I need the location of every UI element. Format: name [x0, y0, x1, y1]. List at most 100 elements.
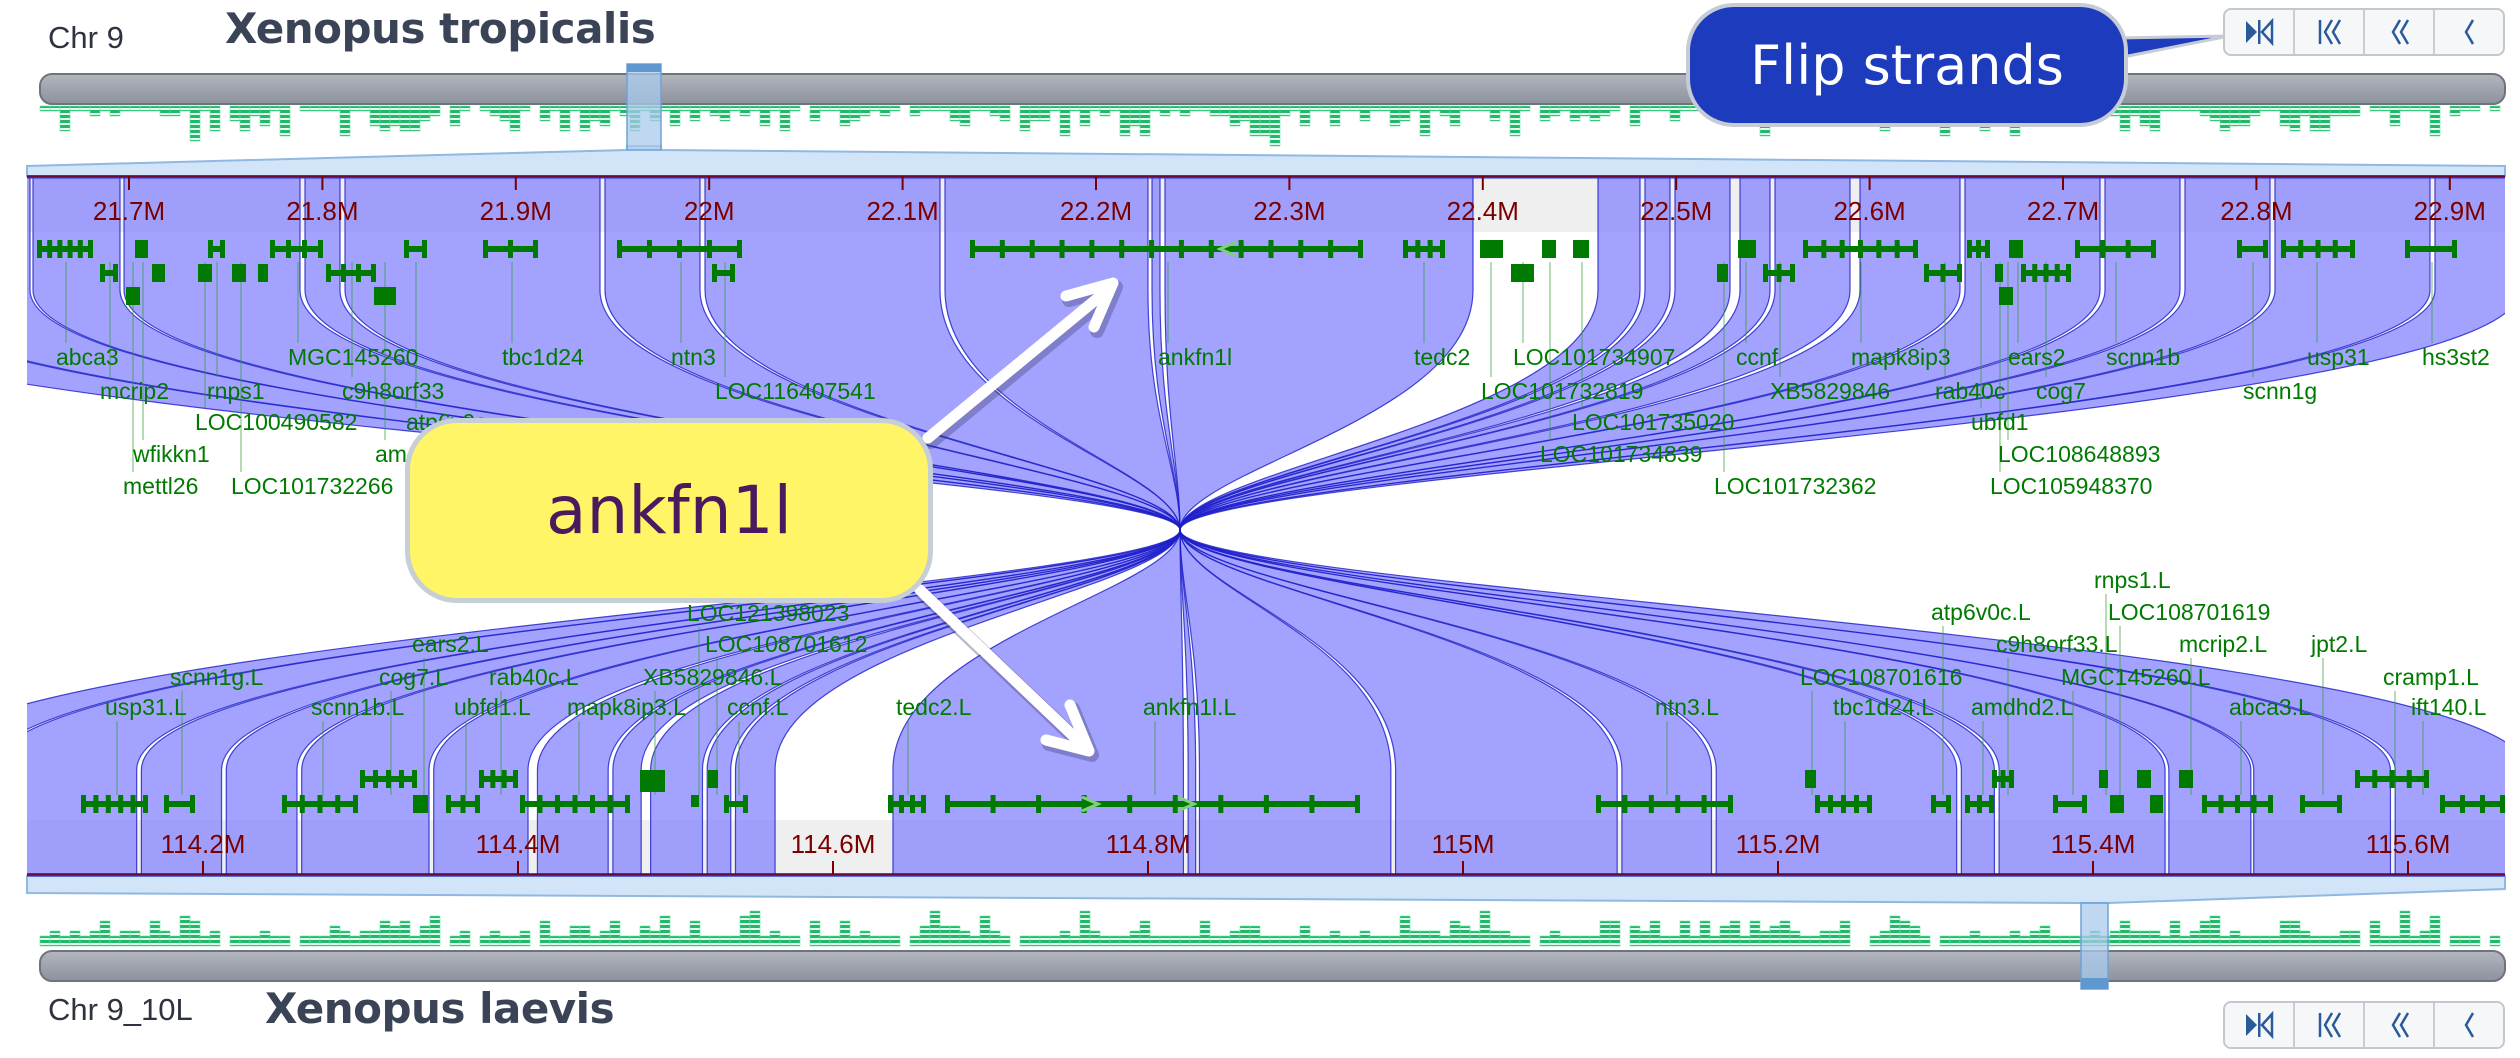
- top-gene-label[interactable]: rab40c: [1935, 378, 2005, 404]
- top-gene-label[interactable]: LOC101735020: [1572, 409, 1734, 435]
- gene-model[interactable]: [374, 287, 396, 305]
- bottom-gene-label[interactable]: tedc2.L: [896, 694, 972, 720]
- top-gene-label[interactable]: usp31: [2307, 344, 2370, 370]
- top-back-button[interactable]: [2435, 10, 2503, 54]
- gene-model[interactable]: [2099, 770, 2108, 788]
- top-gene-label[interactable]: LOC101734907: [1513, 344, 1675, 370]
- bottom-fast-back-button[interactable]: [2365, 1003, 2435, 1047]
- top-gene-label[interactable]: MGC145260: [288, 344, 418, 370]
- top-jump-start-button[interactable]: [2295, 10, 2365, 54]
- bottom-gene-label[interactable]: XB5829846.L: [643, 664, 783, 690]
- top-gene-label[interactable]: hs3st2: [2422, 344, 2490, 370]
- top-gene-label[interactable]: ntn3: [671, 344, 716, 370]
- top-flip-strands-button[interactable]: [2225, 10, 2295, 54]
- bottom-gene-label[interactable]: LOC121398023: [687, 600, 849, 626]
- gene-model[interactable]: [2137, 770, 2151, 788]
- top-chromosome-bar[interactable]: [39, 73, 2506, 105]
- bottom-gene-label[interactable]: mapk8ip3.L: [567, 694, 686, 720]
- top-gene-label[interactable]: LOC116407541: [715, 378, 876, 404]
- bottom-gene-label[interactable]: scnn1g.L: [170, 664, 264, 690]
- gene-model[interactable]: [135, 240, 148, 258]
- bottom-gene-label[interactable]: cramp1.L: [2383, 664, 2479, 690]
- bottom-gene-label[interactable]: LOC108701619: [2108, 599, 2270, 625]
- top-gene-label[interactable]: LOC101734839: [1540, 441, 1702, 467]
- bottom-gene-label[interactable]: mcrip2.L: [2179, 631, 2267, 657]
- top-gene-label[interactable]: scnn1b: [2106, 344, 2180, 370]
- bottom-gene-label[interactable]: amdhd2.L: [1971, 694, 2074, 720]
- gene-model[interactable]: [1999, 287, 2013, 305]
- top-gene-label[interactable]: XB5829846: [1770, 378, 1890, 404]
- bottom-gene-label[interactable]: usp31.L: [105, 694, 187, 720]
- top-gene-label[interactable]: tedc2: [1414, 344, 1470, 370]
- gene-model[interactable]: [708, 770, 718, 788]
- bottom-gene-label[interactable]: abca3.L: [2229, 694, 2311, 720]
- gene-model[interactable]: [1805, 770, 1816, 788]
- bottom-back-button[interactable]: [2435, 1003, 2503, 1047]
- top-viewport-marker[interactable]: [626, 63, 662, 151]
- bottom-gene-label[interactable]: jpt2.L: [2310, 631, 2367, 657]
- gene-model[interactable]: [1717, 264, 1728, 282]
- bottom-gene-label[interactable]: MGC145260.L: [2061, 664, 2211, 690]
- bottom-viewport-marker-cap[interactable]: [2081, 978, 2108, 989]
- top-gene-label[interactable]: cog7: [2036, 378, 2086, 404]
- gene-model[interactable]: [1967, 240, 1990, 258]
- gene-model[interactable]: [232, 264, 246, 282]
- top-gene-label[interactable]: c9h8orf33: [342, 378, 444, 404]
- gene-model[interactable]: [1738, 240, 1756, 258]
- bottom-gene-label[interactable]: cog7.L: [379, 664, 448, 690]
- top-gene-label[interactable]: LOC101732362: [1714, 473, 1876, 499]
- top-gene-label[interactable]: ankfn1l: [1158, 344, 1232, 370]
- top-gene-label[interactable]: LOC101732819: [1481, 378, 1643, 404]
- bottom-gene-label[interactable]: LOC108701616: [1800, 664, 1962, 690]
- top-fast-back-button[interactable]: [2365, 10, 2435, 54]
- gene-model[interactable]: [413, 795, 428, 813]
- top-gene-label[interactable]: ears2: [2008, 344, 2066, 370]
- gene-model[interactable]: [640, 770, 665, 792]
- bottom-gene-label[interactable]: ntn3.L: [1655, 694, 1719, 720]
- top-viewport-marker-cap[interactable]: [627, 64, 661, 72]
- top-gene-label[interactable]: mapk8ip3: [1851, 344, 1951, 370]
- bottom-flip-strands-button[interactable]: [2225, 1003, 2295, 1047]
- top-gene-label[interactable]: LOC101732266: [231, 473, 393, 499]
- gene-model[interactable]: [2150, 795, 2163, 813]
- bottom-gene-label[interactable]: rnps1.L: [2094, 567, 2171, 593]
- top-gene-label[interactable]: wfikkn1: [132, 441, 210, 467]
- synteny-viewer[interactable]: 21.7M 21.8M 21.9M 22M 22.1M 22.2M 22.3M 22.4M 22…: [0, 0, 2520, 1058]
- top-gene-label[interactable]: tbc1d24: [502, 344, 584, 370]
- bottom-gene-label[interactable]: c9h8orf33.L: [1996, 631, 2118, 657]
- gene-model[interactable]: [2110, 795, 2124, 813]
- gene-model[interactable]: [1992, 770, 2014, 788]
- bottom-gene-label[interactable]: ccnf.L: [727, 694, 789, 720]
- top-gene-label[interactable]: LOC108648893: [1998, 441, 2160, 467]
- bottom-gene-label[interactable]: ift140.L: [2411, 694, 2487, 720]
- gene-model[interactable]: [691, 795, 699, 807]
- gene-model[interactable]: [126, 287, 140, 305]
- bottom-gene-label[interactable]: atp6v0c.L: [1931, 599, 2031, 625]
- gene-model[interactable]: [258, 264, 268, 282]
- bottom-viewport-marker[interactable]: [2080, 902, 2109, 990]
- bottom-gene-label[interactable]: tbc1d24.L: [1833, 694, 1934, 720]
- bottom-chromosome-bar[interactable]: [39, 950, 2506, 982]
- top-gene-label[interactable]: scnn1g: [2243, 378, 2317, 404]
- top-gene-label[interactable]: mettl26: [123, 473, 198, 499]
- bottom-gene-label[interactable]: scnn1b.L: [311, 694, 405, 720]
- gene-model[interactable]: [2179, 770, 2193, 788]
- gene-model[interactable]: [1763, 264, 1795, 282]
- gene-model[interactable]: [152, 264, 165, 282]
- gene-model[interactable]: [1995, 264, 2003, 282]
- synteny-panel[interactable]: [0, 176, 2520, 876]
- bottom-jump-start-button[interactable]: [2295, 1003, 2365, 1047]
- bottom-gene-label[interactable]: LOC108701612: [705, 631, 867, 657]
- gene-model[interactable]: [1965, 795, 1994, 813]
- top-gene-label[interactable]: ccnf: [1736, 344, 1779, 370]
- gene-model[interactable]: [1480, 240, 1503, 258]
- gene-model[interactable]: [1573, 240, 1589, 258]
- gene-model[interactable]: [1542, 240, 1556, 258]
- bottom-gene-label[interactable]: rab40c.L: [489, 664, 579, 690]
- top-gene-label[interactable]: mcrip2: [100, 378, 169, 404]
- bottom-gene-label[interactable]: ubfd1.L: [454, 694, 531, 720]
- top-gene-label[interactable]: abca3: [56, 344, 119, 370]
- top-gene-label[interactable]: rnps1: [207, 378, 265, 404]
- top-gene-label[interactable]: ubfd1: [1971, 409, 2029, 435]
- gene-model[interactable]: [1511, 264, 1534, 282]
